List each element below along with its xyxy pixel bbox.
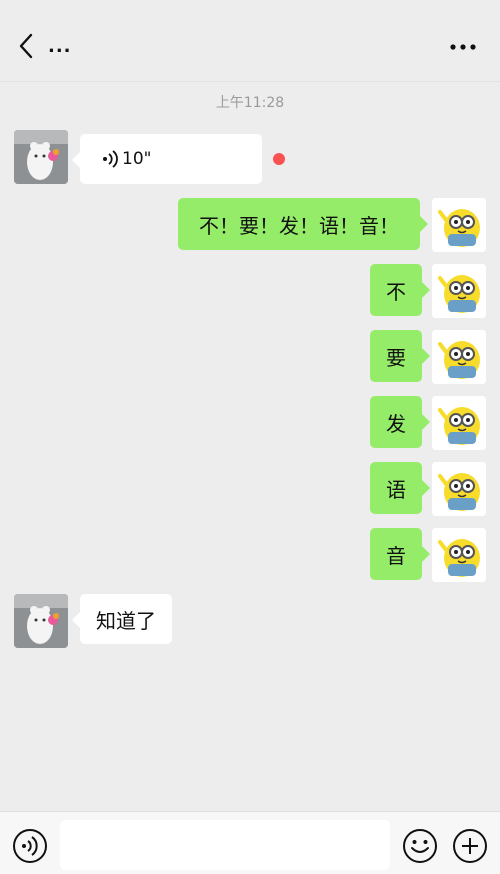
message-input[interactable] <box>60 820 390 870</box>
minion-avatar-icon <box>432 462 486 516</box>
message-text: 发 <box>386 411 406 436</box>
outgoing-message[interactable]: 不 <box>370 264 430 316</box>
chevron-left-icon <box>19 33 33 59</box>
my-avatar[interactable] <box>432 462 486 516</box>
minion-avatar-icon <box>432 264 486 318</box>
minion-avatar-icon <box>432 528 486 582</box>
incoming-voice-message[interactable]: 10" <box>72 134 262 184</box>
my-avatar[interactable] <box>432 528 486 582</box>
minion-avatar-icon <box>432 198 486 252</box>
contact-avatar[interactable] <box>14 130 68 184</box>
plus-icon <box>453 829 487 863</box>
my-avatar[interactable] <box>432 396 486 450</box>
message-text: 知道了 <box>96 608 156 633</box>
my-avatar[interactable] <box>432 264 486 318</box>
contact-avatar[interactable] <box>14 594 68 648</box>
outgoing-message[interactable]: 音 <box>370 528 430 580</box>
emoji-icon <box>403 829 437 863</box>
more-button[interactable] <box>448 34 478 60</box>
message-timestamp: 上午11:28 <box>215 95 285 111</box>
voice-mode-icon <box>13 829 47 863</box>
message-text: 要 <box>386 345 406 370</box>
outgoing-message[interactable]: 不！要！发！语！音！ <box>178 198 428 250</box>
message-text: 不 <box>386 279 406 304</box>
voice-duration: 10" <box>122 149 152 169</box>
bear-avatar-icon <box>14 130 68 184</box>
outgoing-message[interactable]: 发 <box>370 396 430 448</box>
voice-wave-icon <box>103 150 118 168</box>
back-button[interactable] <box>12 30 40 62</box>
emoji-button[interactable] <box>402 828 438 864</box>
input-bar <box>0 811 500 874</box>
outgoing-message[interactable]: 要 <box>370 330 430 382</box>
plus-button[interactable] <box>452 828 488 864</box>
incoming-text-message[interactable]: 知道了 <box>72 594 172 644</box>
more-dots-icon <box>450 44 476 50</box>
message-text: 音 <box>386 543 406 568</box>
my-avatar[interactable] <box>432 198 486 252</box>
minion-avatar-icon <box>432 330 486 384</box>
message-text: 不！要！发！语！音！ <box>199 213 399 238</box>
my-avatar[interactable] <box>432 330 486 384</box>
voice-mode-button[interactable] <box>12 828 48 864</box>
chat-title: ... <box>48 36 72 57</box>
message-text: 语 <box>386 477 406 502</box>
unread-indicator <box>273 153 285 165</box>
outgoing-message[interactable]: 语 <box>370 462 430 514</box>
bear-avatar-icon <box>14 594 68 648</box>
minion-avatar-icon <box>432 396 486 450</box>
chat-header: ... <box>0 0 500 82</box>
